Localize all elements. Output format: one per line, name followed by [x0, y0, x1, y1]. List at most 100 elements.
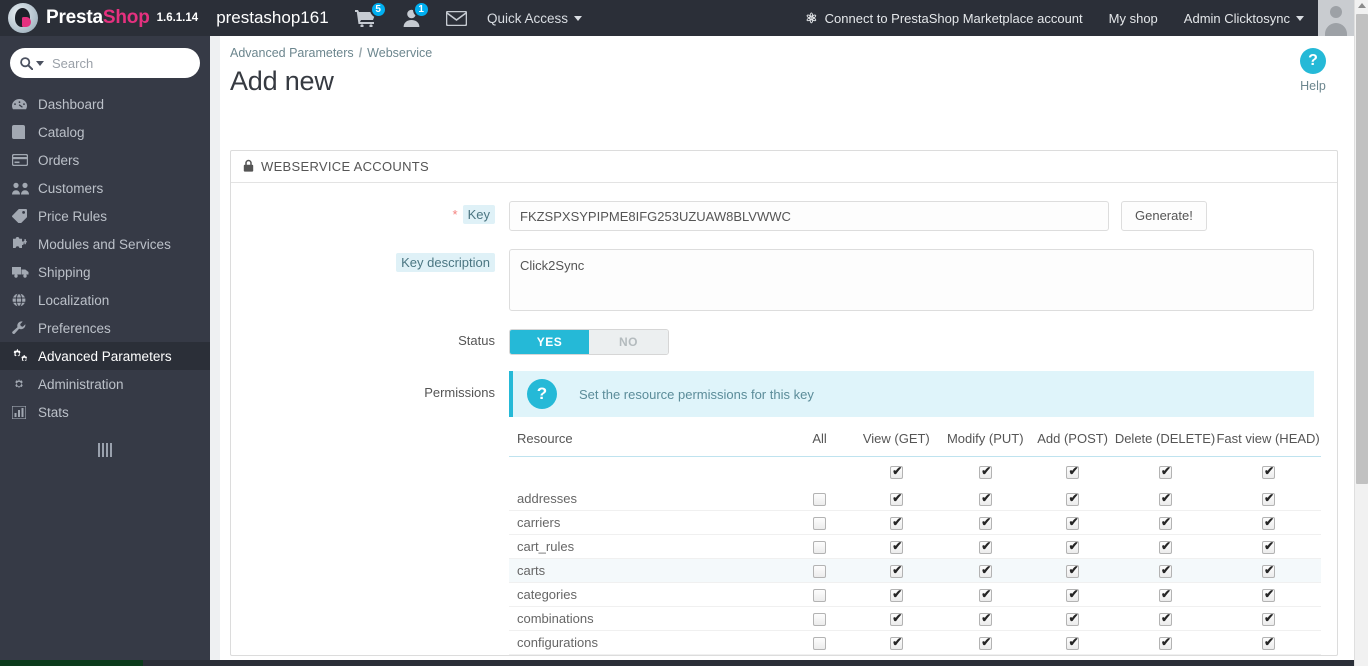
checkbox-cart_rules-all[interactable]	[813, 541, 827, 555]
checkbox-carriers-view-get[interactable]	[889, 515, 904, 531]
sidebar-scrollbar[interactable]	[210, 36, 220, 666]
shop-name-label[interactable]: prestashop161	[216, 8, 328, 28]
checkbox-addresses-all[interactable]	[813, 492, 827, 506]
sidebar-item-price-rules[interactable]: Price Rules	[0, 202, 210, 230]
shopping-cart-icon[interactable]: 5	[354, 1, 387, 27]
checkbox-combinations-delete[interactable]	[1158, 611, 1173, 627]
checkbox-cart_rules-delete[interactable]	[1158, 539, 1173, 555]
table-row[interactable]: combinations	[509, 606, 1321, 631]
select-all-put-cell	[940, 457, 1030, 487]
checkbox-cart_rules-view-get[interactable]	[889, 539, 904, 555]
sidebar-item-shipping[interactable]: Shipping	[0, 258, 210, 286]
checkbox-combinations-fast-view-head[interactable]	[1261, 611, 1276, 627]
checkbox-addresses-delete[interactable]	[1158, 491, 1173, 506]
checkbox-carriers-delete[interactable]	[1158, 515, 1173, 531]
sidebar-item-catalog[interactable]: Catalog	[0, 118, 210, 146]
table-row[interactable]: addresses	[509, 486, 1321, 511]
sidebar-item-dashboard[interactable]: Dashboard	[0, 90, 210, 118]
user-icon[interactable]: 1	[403, 1, 430, 27]
key-description-input[interactable]	[509, 249, 1314, 311]
checkbox-carts-view-get[interactable]	[889, 563, 904, 579]
envelope-icon[interactable]	[445, 10, 467, 26]
select-all-head-checkbox[interactable]	[1261, 464, 1276, 480]
checkbox-cart_rules-modify-put[interactable]	[978, 539, 993, 555]
permission-cell-add-post	[1030, 582, 1115, 607]
status-yes-option[interactable]: YES	[510, 330, 589, 354]
checkbox-categories-modify-put[interactable]	[978, 587, 993, 603]
sidebar-item-customers[interactable]: Customers	[0, 174, 210, 202]
vertical-scroll-thumb[interactable]	[1356, 14, 1368, 484]
status-no-option[interactable]: NO	[589, 330, 668, 354]
checkbox-combinations-all[interactable]	[813, 613, 827, 627]
checkbox-categories-add-post[interactable]	[1066, 587, 1080, 603]
search-input[interactable]	[52, 55, 228, 71]
generate-button[interactable]: Generate!	[1121, 201, 1207, 231]
sidebar-item-localization[interactable]: Localization	[0, 286, 210, 314]
checkbox-addresses-fast-view-head[interactable]	[1261, 491, 1276, 506]
checkbox-carriers-modify-put[interactable]	[978, 515, 993, 531]
checkbox-addresses-modify-put[interactable]	[978, 491, 993, 506]
checkbox-configurations-fast-view-head[interactable]	[1261, 635, 1276, 651]
checkbox-addresses-add-post[interactable]	[1066, 491, 1080, 506]
checkbox-combinations-view-get[interactable]	[889, 611, 904, 627]
permissions-table-body: addressescarrierscart_rulescartscategori…	[509, 457, 1321, 655]
checkbox-configurations-modify-put[interactable]	[978, 635, 993, 651]
checkbox-carriers-fast-view-head[interactable]	[1261, 515, 1276, 531]
checkbox-cart_rules-fast-view-head[interactable]	[1261, 539, 1276, 555]
avatar[interactable]	[1318, 0, 1354, 36]
permission-cell-view-get	[852, 510, 941, 535]
checkbox-categories-all[interactable]	[813, 589, 827, 603]
checkbox-configurations-delete[interactable]	[1158, 635, 1173, 651]
table-row[interactable]: configurations	[509, 630, 1321, 655]
table-row[interactable]: categories	[509, 582, 1321, 607]
checkbox-carriers-add-post[interactable]	[1066, 515, 1080, 531]
sidebar-item-administration[interactable]: Administration	[0, 370, 210, 398]
sidebar-collapse-handle[interactable]	[93, 442, 117, 458]
help-button[interactable]: ? Help	[1288, 48, 1338, 93]
table-row[interactable]: carts	[509, 558, 1321, 583]
breadcrumb-parent-link[interactable]: Advanced Parameters	[230, 46, 354, 60]
checkbox-cart_rules-add-post[interactable]	[1066, 539, 1080, 555]
sidebar-item-stats[interactable]: Stats	[0, 398, 210, 426]
prestashop-logo[interactable]	[0, 3, 46, 33]
search-dropdown-caret-icon[interactable]	[36, 60, 44, 66]
quick-access-menu[interactable]: Quick Access	[487, 0, 583, 36]
table-row[interactable]: cart_rules	[509, 534, 1321, 559]
checkbox-categories-delete[interactable]	[1158, 587, 1173, 603]
checkbox-categories-fast-view-head[interactable]	[1261, 587, 1276, 603]
horizontal-scroll-thumb[interactable]	[0, 660, 143, 666]
status-toggle[interactable]: YES NO	[509, 329, 669, 355]
checkbox-combinations-add-post[interactable]	[1066, 611, 1080, 627]
select-all-get-checkbox[interactable]	[889, 464, 904, 480]
table-row[interactable]: carriers	[509, 510, 1321, 535]
select-all-post-checkbox[interactable]	[1066, 464, 1080, 480]
checkbox-carriers-all[interactable]	[813, 517, 827, 531]
permissions-table-wrap: Resource All View (GET) Modify (PUT) Add…	[231, 423, 1337, 655]
browser-vertical-scrollbar[interactable]	[1354, 0, 1368, 666]
marketplace-connect-link[interactable]: ⚛ Connect to PrestaShop Marketplace acco…	[805, 10, 1083, 27]
checkbox-addresses-view-get[interactable]	[889, 491, 904, 506]
browser-horizontal-scrollbar[interactable]	[0, 660, 1354, 666]
checkbox-categories-view-get[interactable]	[889, 587, 904, 603]
brand-name[interactable]: PrestaShop	[46, 7, 150, 29]
checkbox-carts-add-post[interactable]	[1066, 563, 1080, 579]
sidebar-item-advanced-parameters[interactable]: Advanced Parameters	[0, 342, 210, 370]
select-all-delete-checkbox[interactable]	[1158, 464, 1173, 480]
sidebar-item-modules-and-services[interactable]: Modules and Services	[0, 230, 210, 258]
sidebar-item-orders[interactable]: Orders	[0, 146, 210, 174]
checkbox-configurations-view-get[interactable]	[889, 635, 904, 651]
breadcrumb-current-link[interactable]: Webservice	[367, 46, 432, 60]
checkbox-combinations-modify-put[interactable]	[978, 611, 993, 627]
scroll-up-arrow-icon[interactable]	[1358, 3, 1366, 8]
select-all-put-checkbox[interactable]	[978, 464, 993, 480]
checkbox-configurations-add-post[interactable]	[1066, 635, 1080, 651]
my-shop-link[interactable]: My shop	[1109, 11, 1158, 26]
sidebar-item-preferences[interactable]: Preferences	[0, 314, 210, 342]
checkbox-carts-all[interactable]	[813, 565, 827, 579]
checkbox-configurations-all[interactable]	[813, 637, 827, 651]
checkbox-carts-fast-view-head[interactable]	[1261, 563, 1276, 579]
checkbox-carts-modify-put[interactable]	[978, 563, 993, 579]
account-menu[interactable]: Admin Clicktosync	[1184, 11, 1304, 26]
checkbox-carts-delete[interactable]	[1158, 563, 1173, 579]
key-input[interactable]	[509, 201, 1109, 231]
